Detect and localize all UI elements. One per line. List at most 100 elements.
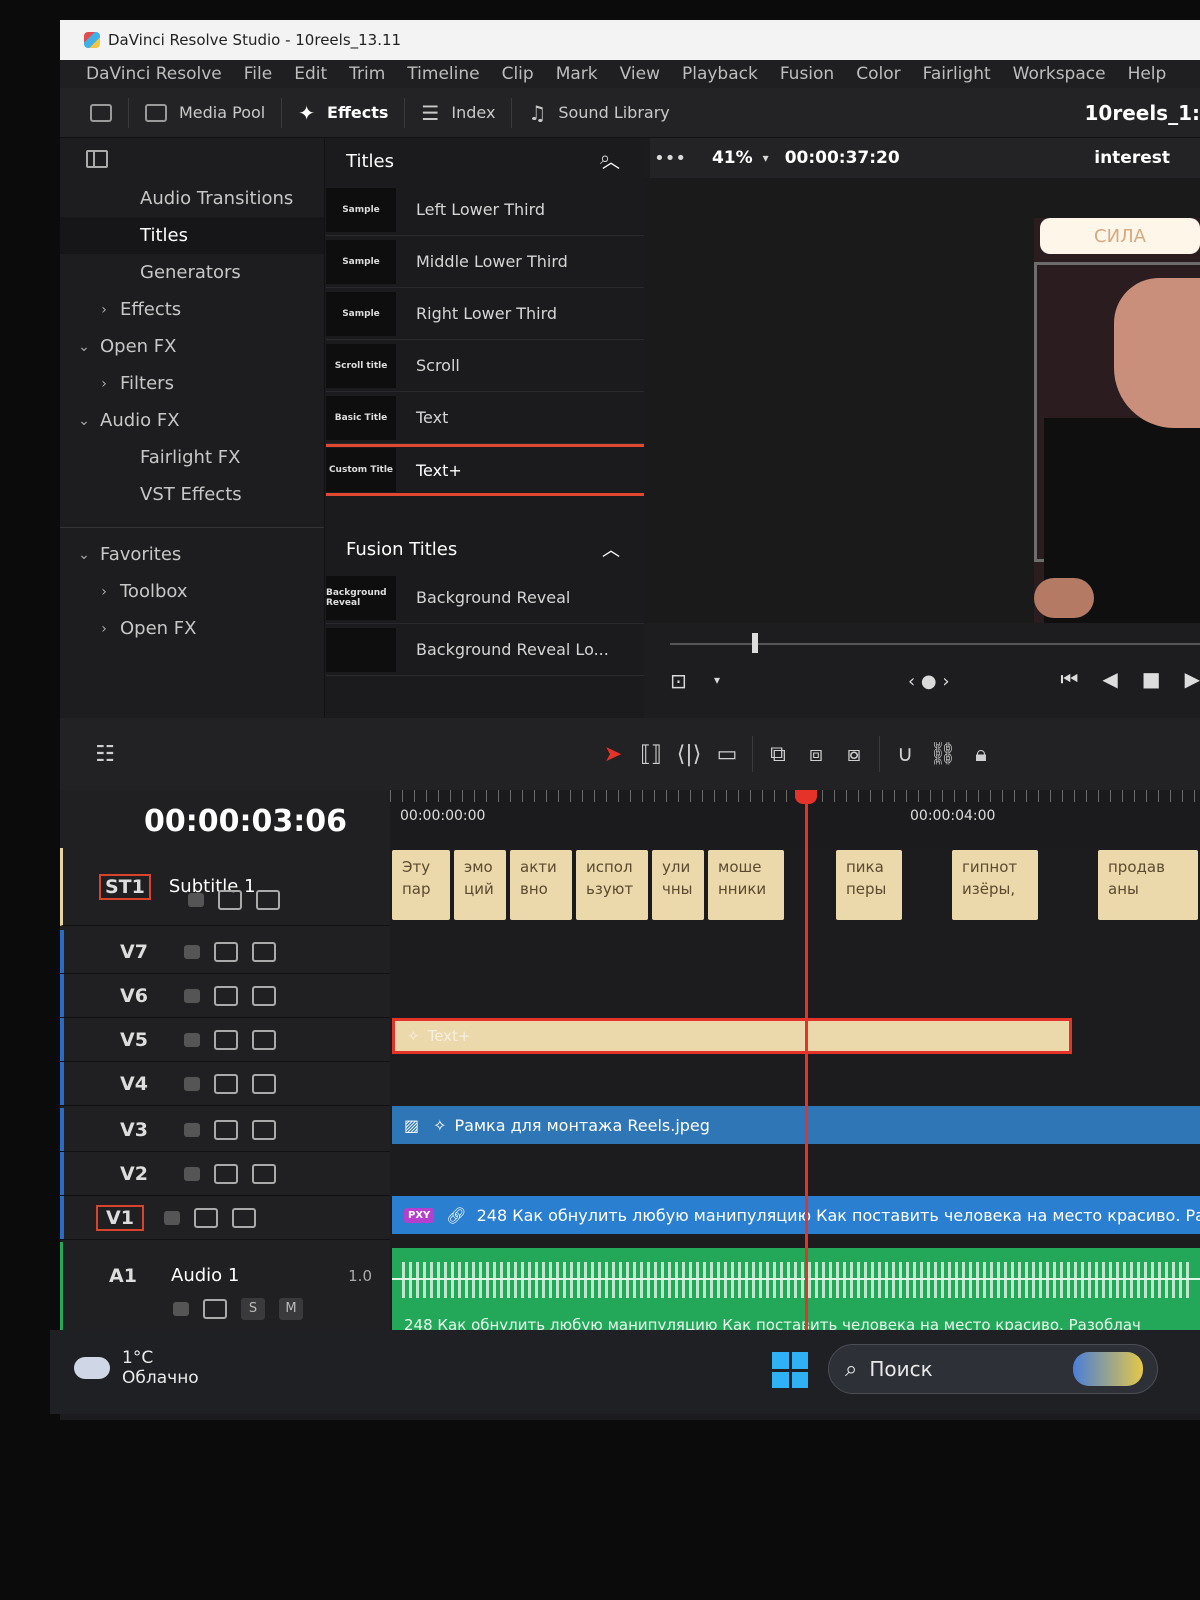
chevron-right-icon[interactable]: ›: [94, 376, 114, 392]
tree-item-fairlight-fx[interactable]: Fairlight FX: [60, 439, 324, 476]
menu-timeline[interactable]: Timeline: [407, 64, 479, 84]
menu-file[interactable]: File: [244, 64, 272, 84]
overwrite-clip-icon[interactable]: ⧈: [797, 739, 835, 769]
tree-item-toolbox[interactable]: › Toolbox: [60, 573, 324, 610]
film-strip-icon[interactable]: [252, 941, 276, 962]
chevron-down-icon[interactable]: ▾: [763, 151, 769, 165]
auto-select-icon[interactable]: [203, 1298, 227, 1319]
subtitle-icon[interactable]: [256, 890, 280, 910]
chevron-down-icon[interactable]: ▾: [714, 673, 720, 687]
sound-library-button[interactable]: ♫ Sound Library: [512, 96, 685, 130]
tree-item-generators[interactable]: Generators: [60, 254, 324, 291]
menu-edit[interactable]: Edit: [294, 64, 327, 84]
lock-icon[interactable]: [184, 1166, 200, 1181]
search-icon[interactable]: ⌕: [600, 148, 610, 169]
dynamic-trim-icon[interactable]: ⟨|⟩: [670, 739, 708, 769]
auto-select-icon[interactable]: [194, 1207, 218, 1228]
subtitle-clip[interactable]: эмо ций: [454, 850, 506, 920]
title-item-text[interactable]: Basic Title Text: [326, 392, 644, 444]
replace-clip-icon[interactable]: ⧇: [835, 739, 873, 769]
lock-icon[interactable]: [173, 1301, 189, 1316]
chevron-right-icon[interactable]: ›: [94, 584, 114, 600]
sidebar-toggle-icon[interactable]: [86, 150, 108, 168]
lock-icon[interactable]: [188, 893, 204, 907]
playhead[interactable]: [795, 790, 817, 1335]
lock-icon[interactable]: [184, 1032, 200, 1047]
film-strip-icon[interactable]: [252, 985, 276, 1006]
title-item-text[interactable]: Custom Title Text+: [326, 444, 644, 496]
mute-button[interactable]: M: [279, 1297, 303, 1320]
tree-item-vst-effects[interactable]: VST Effects: [60, 476, 324, 513]
more-options-icon[interactable]: •••: [654, 148, 686, 169]
subtitle-clip[interactable]: гипнот изёры,: [952, 850, 1038, 920]
subtitle-clip[interactable]: моше нники: [708, 850, 784, 920]
video-viewer[interactable]: СИЛА: [644, 178, 1200, 633]
frame-image-clip[interactable]: ▨ ✧ Рамка для монтажа Reels.jpeg: [392, 1106, 1200, 1144]
title-item-background-reveal-lo[interactable]: Background Reveal Lo...: [326, 624, 644, 676]
blade-icon[interactable]: ▭: [708, 739, 746, 769]
tree-item-open-fx[interactable]: ⌄ Open FX: [60, 328, 324, 365]
title-item-background-reveal[interactable]: Background Reveal Background Reveal: [326, 572, 644, 624]
menu-clip[interactable]: Clip: [502, 64, 534, 84]
index-button[interactable]: ☰ Index: [405, 96, 511, 130]
title-item-right-lower-third[interactable]: Sample Right Lower Third: [326, 288, 644, 340]
scrubber-handle[interactable]: [752, 633, 758, 653]
subtitle-clip[interactable]: Эту пар: [392, 850, 450, 920]
menu-view[interactable]: View: [620, 64, 660, 84]
lock-icon[interactable]: [164, 1210, 180, 1225]
chevron-right-icon[interactable]: ›: [94, 302, 114, 318]
insert-clip-icon[interactable]: ⧉: [759, 739, 797, 769]
film-strip-icon[interactable]: [232, 1207, 256, 1228]
taskbar-search[interactable]: ⌕ Поиск: [828, 1344, 1158, 1394]
media-pool-button[interactable]: Media Pool: [129, 96, 281, 130]
menu-mark[interactable]: Mark: [556, 64, 598, 84]
film-strip-icon[interactable]: [252, 1029, 276, 1050]
solo-button[interactable]: S: [241, 1297, 265, 1320]
audio-clip[interactable]: 248 Как обнулить любую манипуляцию Как п…: [392, 1248, 1200, 1338]
selection-arrow-icon[interactable]: ➤: [594, 739, 632, 769]
subtitle-clip[interactable]: испол ьзуют: [576, 850, 648, 920]
tree-item-titles[interactable]: Titles: [60, 217, 324, 254]
title-item-left-lower-third[interactable]: Sample Left Lower Third: [326, 184, 644, 236]
auto-select-icon[interactable]: [214, 1119, 238, 1140]
zoom-level[interactable]: 41%: [712, 148, 753, 168]
fusion-titles-header[interactable]: Fusion Titles ︿: [326, 526, 644, 572]
expand-toolbar-icon[interactable]: [90, 103, 112, 122]
tree-item-audio-transitions[interactable]: Audio Transitions: [60, 180, 324, 217]
jog-control-icon[interactable]: ‹ ● ›: [908, 671, 950, 692]
collapse-chevron-icon[interactable]: ︿: [602, 536, 620, 562]
menu-fusion[interactable]: Fusion: [780, 64, 834, 84]
menu-trim[interactable]: Trim: [349, 64, 385, 84]
timeline-tracks[interactable]: Эту пар эмо ций акти вно испол ьзуют ули чны…: [390, 848, 1200, 1348]
chevron-down-icon[interactable]: ⌄: [74, 413, 94, 429]
tree-item-audio-fx[interactable]: ⌄ Audio FX: [60, 402, 324, 439]
auto-select-icon[interactable]: [214, 1163, 238, 1184]
tree-item-favorites[interactable]: ⌄ Favorites: [60, 536, 324, 573]
auto-select-icon[interactable]: [218, 890, 242, 910]
stop-icon[interactable]: ■: [1142, 667, 1161, 691]
text-plus-clip[interactable]: ✧ Text+: [392, 1018, 1072, 1054]
auto-select-icon[interactable]: [214, 1029, 238, 1050]
lock-icon[interactable]: [184, 1122, 200, 1137]
play-reverse-icon[interactable]: ◀: [1102, 667, 1117, 691]
timeline-options-icon[interactable]: ☷: [86, 739, 124, 769]
weather-widget[interactable]: 1°C Облачно: [74, 1348, 199, 1388]
chevron-right-icon[interactable]: ›: [94, 621, 114, 637]
tree-item-open-fx[interactable]: › Open FX: [60, 610, 324, 647]
trim-edit-icon[interactable]: ⟦⟧: [632, 739, 670, 769]
tree-item-effects[interactable]: › Effects: [60, 291, 324, 328]
chevron-down-icon[interactable]: ⌄: [74, 547, 94, 563]
lock-icon[interactable]: [184, 988, 200, 1003]
title-item-scroll[interactable]: Scroll title Scroll: [326, 340, 644, 392]
scrubber-track[interactable]: [670, 643, 1200, 645]
film-strip-icon[interactable]: [252, 1163, 276, 1184]
subtitle-clip[interactable]: пика перы: [836, 850, 902, 920]
subtitle-clip[interactable]: акти вно: [510, 850, 572, 920]
menu-color[interactable]: Color: [856, 64, 900, 84]
menu-workspace[interactable]: Workspace: [1013, 64, 1106, 84]
titles-group-header[interactable]: Titles ︿: [326, 138, 644, 184]
playhead-handle[interactable]: [795, 790, 817, 804]
subtitle-clip[interactable]: ули чны: [652, 850, 704, 920]
menu-help[interactable]: Help: [1128, 64, 1167, 84]
linked-selection-icon[interactable]: ⛓: [924, 739, 962, 769]
